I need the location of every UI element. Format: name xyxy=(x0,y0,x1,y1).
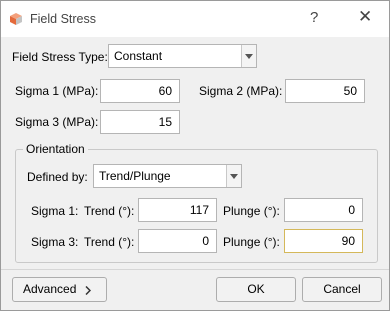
sigma1-trend-input[interactable]: 117 xyxy=(138,198,217,222)
window-title: Field Stress xyxy=(30,12,96,26)
cancel-button[interactable]: Cancel xyxy=(302,277,382,302)
chevron-down-icon[interactable] xyxy=(241,45,256,67)
sigma3-plunge-label: Plunge (°): xyxy=(223,235,280,249)
sigma2-input[interactable]: 50 xyxy=(285,79,365,103)
sigma3-input[interactable]: 15 xyxy=(100,110,180,134)
title-bar: Field Stress ? ✕ xyxy=(1,1,389,37)
ok-button[interactable]: OK xyxy=(216,277,296,302)
field-stress-type-value: Constant xyxy=(114,49,163,63)
sigma3-trend-input[interactable]: 0 xyxy=(138,229,217,253)
orientation-group-title: Orientation xyxy=(23,142,88,156)
sigma3-label: Sigma 3 (MPa): xyxy=(15,115,99,129)
chevron-down-icon[interactable] xyxy=(226,165,241,187)
field-stress-type-label: Field Stress Type: xyxy=(12,50,108,64)
dialog-window: Field Stress ? ✕ Field Stress Type: Cons… xyxy=(0,0,390,311)
help-button[interactable]: ? xyxy=(310,9,318,26)
advanced-button-label: Advanced xyxy=(23,282,77,296)
sigma1-trend-label: Trend (°): xyxy=(84,204,135,218)
sigma1-plunge-input[interactable]: 0 xyxy=(284,198,363,222)
defined-by-value: Trend/Plunge xyxy=(99,169,171,183)
field-stress-type-select[interactable]: Constant xyxy=(108,44,257,68)
defined-by-label: Defined by: xyxy=(27,170,88,184)
sigma3-trend-label: Trend (°): xyxy=(84,235,135,249)
sigma2-label: Sigma 2 (MPa): xyxy=(199,84,283,98)
advanced-button[interactable]: Advanced xyxy=(12,277,107,302)
sigma1-label: Sigma 1 (MPa): xyxy=(15,84,99,98)
chevron-right-icon xyxy=(85,286,91,295)
close-button[interactable]: ✕ xyxy=(358,7,372,27)
sigma3-plunge-input[interactable]: 90 xyxy=(284,229,363,253)
app-icon xyxy=(10,13,22,25)
footer-separator xyxy=(1,269,389,270)
sigma1-input[interactable]: 60 xyxy=(100,79,180,103)
orientation-sigma3-label: Sigma 3: xyxy=(31,235,79,249)
orientation-sigma1-label: Sigma 1: xyxy=(31,204,79,218)
defined-by-select[interactable]: Trend/Plunge xyxy=(93,164,242,188)
sigma1-plunge-label: Plunge (°): xyxy=(223,204,280,218)
